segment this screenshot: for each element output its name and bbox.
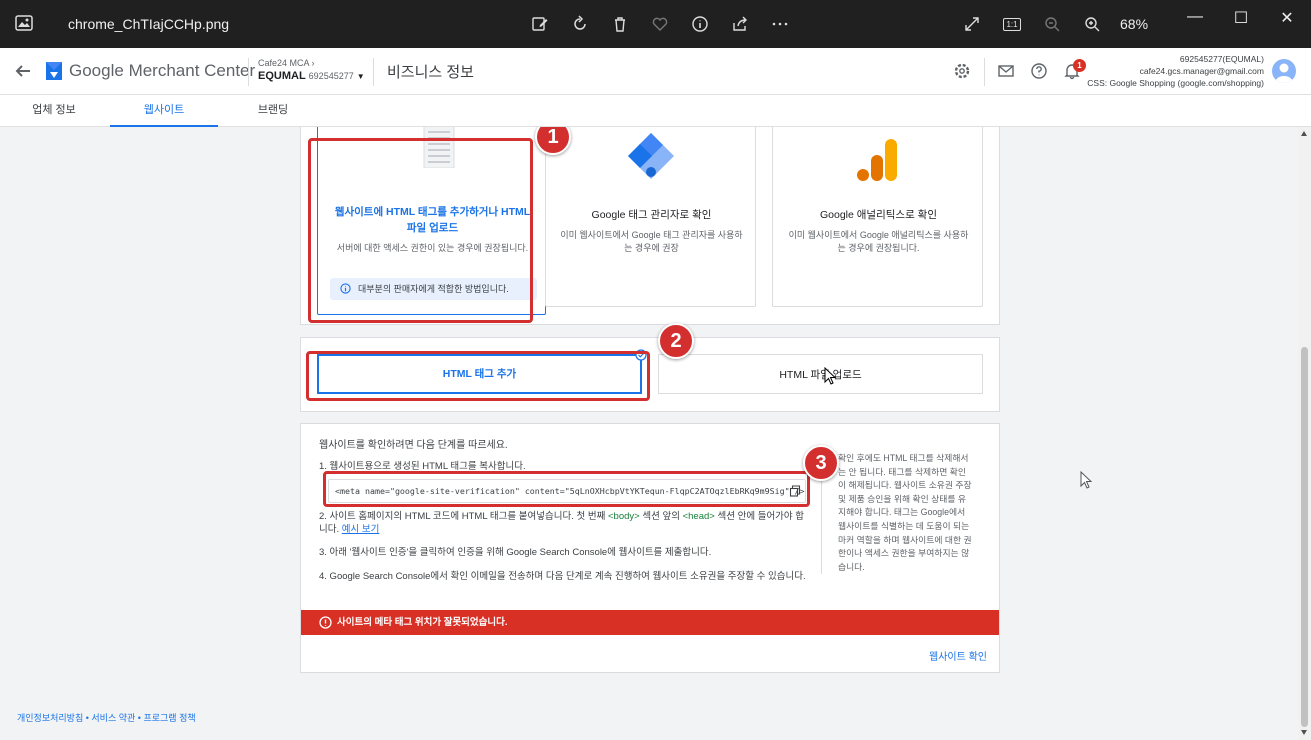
back-arrow-icon[interactable] — [12, 60, 34, 82]
tag-manager-logo-icon — [628, 133, 674, 179]
method-card-analytics[interactable]: Google 애널리틱스로 확인 이미 웹사이트에서 Google 애널리틱스를… — [772, 127, 983, 307]
step-3: 3. 아래 '웹사이트 인증'을 클릭하여 인증을 위해 Google Sear… — [319, 547, 712, 558]
account-path[interactable]: Cafe24 MCA › — [258, 58, 315, 68]
method-description: 이미 웹사이트에서 Google 애널리틱스를 사용하는 경우에 권장됩니다. — [788, 230, 969, 253]
account-switcher[interactable]: EQUMAL 692545277 ▼ — [258, 70, 365, 82]
annotation-box-3 — [323, 471, 810, 507]
scroll-down-icon[interactable] — [1301, 730, 1307, 735]
maximize-icon[interactable]: ☐ — [1218, 8, 1264, 28]
zoom-in-icon[interactable] — [1072, 12, 1112, 36]
zoom-out-icon[interactable] — [1032, 12, 1072, 36]
avatar[interactable] — [1272, 59, 1296, 83]
footer-links[interactable]: 개인정보처리방침 • 서비스 약관 • 프로그램 정책 — [17, 711, 196, 724]
page-title: 비즈니스 정보 — [387, 64, 474, 81]
info-icon[interactable] — [680, 12, 720, 36]
method-title: Google 태그 관리자로 확인 — [591, 209, 712, 221]
merchant-center-logo-icon — [46, 62, 62, 80]
minimize-icon[interactable]: — — [1172, 8, 1218, 28]
step-4: 4. Google Search Console에서 확인 이메일을 전송하며 … — [319, 571, 806, 582]
analytics-logo-icon — [857, 139, 897, 181]
help-icon[interactable] — [1030, 62, 1048, 80]
example-link[interactable]: 예시 보기 — [342, 524, 380, 535]
tab-business-info[interactable]: 업체 정보 — [0, 95, 108, 127]
method-card-tag-manager[interactable]: Google 태그 관리자로 확인 이미 웹사이트에서 Google 태그 관리… — [545, 127, 756, 307]
tab-bar: 업체 정보 웹사이트 브랜딩 — [0, 95, 1311, 127]
main-content: 웹사이트에 HTML 태그를 추가하거나 HTML 파일 업로드 서버에 대한 … — [0, 127, 1298, 740]
favorite-icon[interactable] — [640, 12, 680, 36]
method-description: 이미 웹사이트에서 Google 태그 관리자를 사용하는 경우에 권장 — [560, 230, 743, 253]
divider — [984, 58, 985, 86]
verify-website-link[interactable]: 웹사이트 확인 — [929, 648, 987, 663]
mouse-cursor-icon — [824, 367, 836, 385]
divider — [373, 58, 374, 86]
tab-branding[interactable]: 브랜딩 — [219, 95, 327, 127]
scroll-up-icon[interactable] — [1301, 131, 1307, 136]
mouse-cursor-icon — [1080, 471, 1092, 489]
more-icon[interactable] — [760, 12, 800, 36]
gear-icon[interactable] — [953, 62, 971, 80]
user-info: 692545277(EQUMAL) cafe24.gcs.manager@gma… — [1087, 54, 1264, 88]
divider — [248, 58, 249, 86]
verification-steps-panel: 웹사이트를 확인하려면 다음 단계를 따르세요. 1. 웹사이트용으로 생성된 … — [300, 423, 1000, 673]
steps-intro: 웹사이트를 확인하려면 다음 단계를 따르세요. — [319, 440, 508, 451]
mail-icon[interactable] — [997, 62, 1015, 80]
step-2: 2. 사이트 홈페이지의 HTML 코드에 HTML 태그를 붙여넣습니다. 첫… — [319, 511, 805, 535]
scrollbar[interactable] — [1298, 127, 1311, 740]
tab-website[interactable]: 웹사이트 — [110, 95, 218, 127]
method-title: Google 애널리틱스로 확인 — [820, 209, 937, 221]
error-banner: 사이트의 메타 태그 위치가 잘못되었습니다. — [301, 610, 999, 635]
fit-icon[interactable] — [952, 12, 992, 36]
upload-html-file-button[interactable]: HTML 파일 업로드 — [658, 354, 983, 394]
app-title: Google Merchant Center — [69, 61, 256, 80]
annotation-number-3: 3 — [803, 445, 839, 481]
annotation-box-1 — [308, 138, 533, 323]
scroll-thumb[interactable] — [1301, 347, 1308, 727]
actual-size-icon[interactable]: 1:1 — [992, 12, 1032, 36]
rotate-icon[interactable] — [560, 12, 600, 36]
side-note: 확인 후에도 HTML 태그를 삭제해서는 안 됩니다. 태그를 삭제하면 확인… — [821, 452, 973, 575]
photo-viewer-toolbar: chrome_ChTIajCCHp.png 1:1 68% — ☐ ✕ — [0, 0, 1311, 48]
delete-icon[interactable] — [600, 12, 640, 36]
file-name: chrome_ChTIajCCHp.png — [68, 16, 230, 32]
error-icon — [319, 616, 332, 629]
notification-badge: 1 — [1073, 59, 1086, 72]
annotation-box-2 — [306, 351, 650, 401]
close-icon[interactable]: ✕ — [1264, 8, 1310, 28]
zoom-level: 68% — [1120, 16, 1149, 32]
photos-app-icon — [15, 15, 33, 31]
edit-icon[interactable] — [520, 12, 560, 36]
merchant-center-app: Google Merchant Center Cafe24 MCA › EQUM… — [0, 48, 1311, 740]
app-header: Google Merchant Center Cafe24 MCA › EQUM… — [0, 48, 1311, 95]
share-icon[interactable] — [720, 12, 760, 36]
annotation-number-2: 2 — [658, 323, 694, 359]
